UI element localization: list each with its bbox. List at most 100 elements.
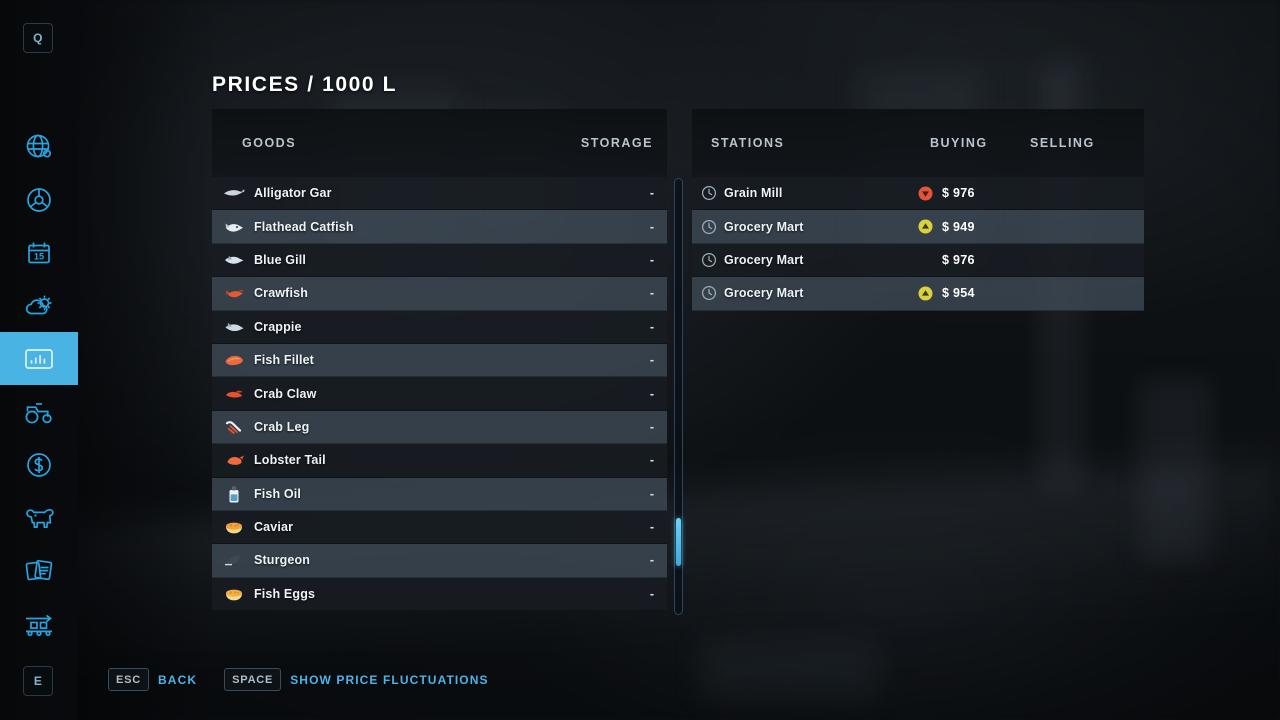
goods-scrollbar[interactable] xyxy=(674,178,683,615)
goods-row-name: Fish Fillet xyxy=(254,353,314,367)
goods-row-name: Crappie xyxy=(254,320,302,334)
flathead-catfish-icon xyxy=(222,217,246,237)
station-row[interactable]: Grocery Mart$ 954 xyxy=(692,277,1144,310)
stations-col-buying: BUYING xyxy=(930,136,988,150)
price-trend-up-icon xyxy=(918,286,933,301)
goods-row-storage: - xyxy=(650,186,654,200)
crab-leg-icon xyxy=(222,417,246,437)
station-row[interactable]: Grocery Mart $ 949 xyxy=(692,210,1144,243)
calendar-icon: 15 xyxy=(25,239,53,267)
goods-row-name: Crawfish xyxy=(254,286,308,300)
sidebar-item-weather[interactable] xyxy=(0,279,78,332)
goods-col-storage: STORAGE xyxy=(581,136,653,150)
goods-row[interactable]: Lobster Tail- xyxy=(212,444,667,477)
goods-row-storage: - xyxy=(650,253,654,267)
goods-row[interactable]: Fish Eggs - xyxy=(212,578,667,611)
goods-row[interactable]: Crab Leg - xyxy=(212,411,667,444)
footer-key: ESC xyxy=(108,668,149,691)
goods-row-storage: - xyxy=(650,286,654,300)
keycap-q[interactable]: Q xyxy=(23,23,53,53)
cow-icon xyxy=(23,505,55,531)
goods-row[interactable]: Caviar- xyxy=(212,511,667,544)
stations-col-name: STATIONS xyxy=(711,136,784,150)
sturgeon-icon xyxy=(222,550,246,570)
game-ui-screen: 15 Q E PRICES / 1000 L GOODS STORAGE All… xyxy=(0,0,1280,720)
stations-column-header: STATIONS BUYING SELLING xyxy=(692,109,1144,177)
goods-row-name: Blue Gill xyxy=(254,253,306,267)
goods-row[interactable]: Flathead Catfish - xyxy=(212,210,667,243)
goods-row[interactable]: Sturgeon- xyxy=(212,544,667,577)
keycap-e[interactable]: E xyxy=(23,666,53,696)
clock-icon xyxy=(701,219,717,235)
fish-fillet-icon xyxy=(222,350,246,370)
sidebar-item-production[interactable] xyxy=(0,597,78,650)
steering-wheel-icon xyxy=(25,186,53,214)
goods-row[interactable]: Crab Claw - xyxy=(212,377,667,410)
station-row[interactable]: Grocery Mart $ 976 xyxy=(692,244,1144,277)
stations-col-selling: SELLING xyxy=(1030,136,1095,150)
price-trend-down-icon xyxy=(918,186,933,201)
lobster-tail-icon xyxy=(222,450,246,470)
goods-row-name: Lobster Tail xyxy=(254,453,326,467)
sidebar-item-map[interactable] xyxy=(0,120,78,173)
dollar-icon xyxy=(25,451,53,479)
goods-row-name: Crab Leg xyxy=(254,420,309,434)
station-row[interactable]: Grain Mill$ 976 xyxy=(692,177,1144,210)
footer-action[interactable]: SPACE SHOW PRICE FLUCTUATIONS xyxy=(224,668,489,691)
goods-row-storage: - xyxy=(650,587,654,601)
goods-row-name: Flathead Catfish xyxy=(254,220,354,234)
footer-key: SPACE xyxy=(224,668,281,691)
sidebar-item-calendar[interactable]: 15 xyxy=(0,226,78,279)
crappie-icon xyxy=(222,317,246,337)
goods-scrollbar-thumb[interactable] xyxy=(676,518,681,566)
goods-row[interactable]: Fish Oil - xyxy=(212,478,667,511)
sidebar-item-contracts[interactable] xyxy=(0,544,78,597)
clock-icon xyxy=(701,285,717,301)
price-trend-up-icon xyxy=(918,219,933,234)
sidebar-item-prices[interactable] xyxy=(0,332,78,385)
tractor-icon xyxy=(23,399,55,425)
station-buying-price: $ 976 xyxy=(942,186,975,200)
goods-col-name: GOODS xyxy=(242,136,296,150)
chart-icon xyxy=(24,347,54,371)
page-title: PRICES / 1000 L xyxy=(212,73,397,97)
station-buying-price: $ 954 xyxy=(942,286,975,300)
station-buying-price: $ 949 xyxy=(942,220,975,234)
sidebar-item-finances[interactable] xyxy=(0,438,78,491)
footer-label: SHOW PRICE FLUCTUATIONS xyxy=(290,673,488,687)
station-row-name: Grocery Mart xyxy=(724,220,804,234)
goods-row-name: Fish Oil xyxy=(254,487,301,501)
stations-panel: STATIONS BUYING SELLING Grain Mill$ 976G… xyxy=(692,109,1144,311)
content-area: PRICES / 1000 L GOODS STORAGE Alligator … xyxy=(0,0,1280,720)
blue-gill-icon xyxy=(222,250,246,270)
sidebar: 15 xyxy=(0,0,78,720)
crawfish-icon xyxy=(222,283,246,303)
conveyor-icon xyxy=(22,611,56,637)
sidebar-item-vehicles[interactable] xyxy=(0,173,78,226)
clock-icon xyxy=(701,252,717,268)
goods-row-name: Crab Claw xyxy=(254,387,316,401)
goods-row-storage: - xyxy=(650,487,654,501)
documents-icon xyxy=(23,558,55,584)
station-buying-price: $ 976 xyxy=(942,253,975,267)
goods-row[interactable]: Alligator Gar- xyxy=(212,177,667,210)
goods-row-storage: - xyxy=(650,320,654,334)
goods-row[interactable]: Crawfish - xyxy=(212,277,667,310)
station-row-name: Grocery Mart xyxy=(724,253,804,267)
goods-row[interactable]: Fish Fillet - xyxy=(212,344,667,377)
sidebar-item-machines[interactable] xyxy=(0,385,78,438)
footer-action[interactable]: ESC BACK xyxy=(108,668,197,691)
goods-row-name: Fish Eggs xyxy=(254,587,315,601)
weather-icon xyxy=(24,292,54,320)
goods-row-storage: - xyxy=(650,387,654,401)
goods-row-storage: - xyxy=(650,220,654,234)
goods-row-storage: - xyxy=(650,420,654,434)
caviar-icon xyxy=(222,517,246,537)
goods-row[interactable]: Crappie - xyxy=(212,311,667,344)
footer-actions: ESC BACK SPACE SHOW PRICE FLUCTUATIONS xyxy=(108,668,516,691)
sidebar-item-animals[interactable] xyxy=(0,491,78,544)
footer-label: BACK xyxy=(158,673,197,687)
goods-row[interactable]: Blue Gill - xyxy=(212,244,667,277)
crab-claw-icon xyxy=(222,384,246,404)
goods-row-storage: - xyxy=(650,353,654,367)
